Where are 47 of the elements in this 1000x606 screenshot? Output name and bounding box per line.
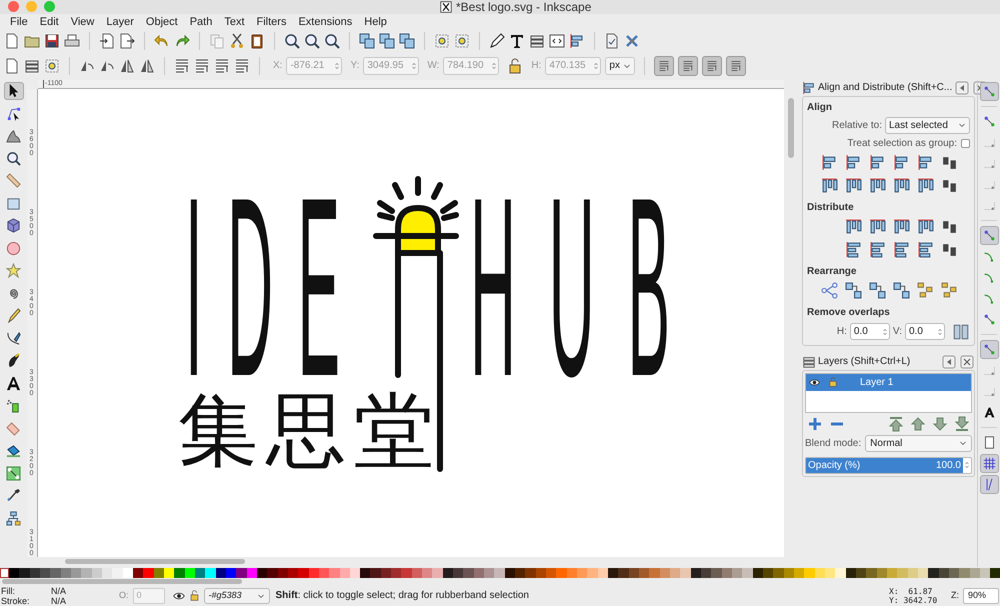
- zoom-label: Z:: [951, 588, 959, 602]
- logo-text: HUB: [470, 146, 670, 430]
- field-label: X:: [273, 59, 282, 74]
- menu-item[interactable]: Filters: [250, 14, 292, 29]
- stroke-label: Stroke:: [1, 596, 31, 606]
- menu-item[interactable]: Edit: [34, 14, 65, 29]
- panel-title: Layers (Shift+Ctrl+L): [818, 355, 912, 370]
- slider-value: 100.0: [936, 458, 961, 473]
- opacity-slider[interactable]: Opacity (%) 100.0: [806, 458, 963, 473]
- cursor-y: Y: 3642.70: [889, 596, 938, 605]
- menu-item[interactable]: Extensions: [292, 14, 358, 29]
- menu-item[interactable]: Help: [358, 14, 393, 29]
- relative-to-label: Relative to:: [832, 118, 882, 133]
- menu-item[interactable]: File: [4, 14, 34, 29]
- section-heading: Distribute: [807, 200, 855, 215]
- window-title: *Best logo.svg - Inkscape: [456, 0, 592, 14]
- fill-label: Fill:: [1, 586, 16, 596]
- relative-to-dropdown[interactable]: Last selected: [885, 116, 970, 134]
- field-label: W:: [427, 59, 440, 74]
- layer-row[interactable]: Layer 1: [806, 374, 971, 391]
- blend-mode-dropdown[interactable]: Normal: [865, 434, 972, 452]
- cursor-x: X: 61.87: [889, 586, 934, 596]
- field-label: V:: [892, 325, 902, 340]
- blend-mode-label: Blend mode:: [805, 436, 862, 451]
- slider-label: Opacity (%): [808, 458, 860, 473]
- group-label: Treat selection as group:: [847, 136, 957, 151]
- unit-dropdown[interactable]: px: [605, 56, 636, 75]
- menu-item[interactable]: Object: [140, 14, 184, 29]
- panel-title: Align and Distribute (Shift+C...: [818, 81, 952, 96]
- menu-item[interactable]: Path: [184, 14, 218, 29]
- status-message: Shift: click to toggle select; drag for rubberband selection: [276, 589, 530, 604]
- layer-dropdown[interactable]: -#g5383: [204, 588, 270, 604]
- field-label: H:: [531, 59, 542, 74]
- stroke-value: N/A: [51, 596, 68, 606]
- section-heading: Remove overlaps: [807, 306, 891, 320]
- field-label: Y:: [350, 59, 360, 74]
- menu-item[interactable]: Text: [218, 14, 251, 29]
- zoom-field[interactable]: 90%: [963, 588, 999, 604]
- fill-value: N/A: [51, 586, 68, 596]
- menu-item[interactable]: View: [64, 14, 100, 29]
- menu-item[interactable]: Layer: [100, 14, 140, 29]
- field-label: H:: [836, 325, 847, 340]
- spin-field[interactable]: 0.0: [850, 323, 890, 340]
- section-heading: Rearrange: [807, 264, 858, 279]
- opacity-label: O:: [119, 588, 129, 602]
- section-heading: Align: [807, 100, 833, 115]
- spin-field[interactable]: 0.0: [905, 323, 945, 340]
